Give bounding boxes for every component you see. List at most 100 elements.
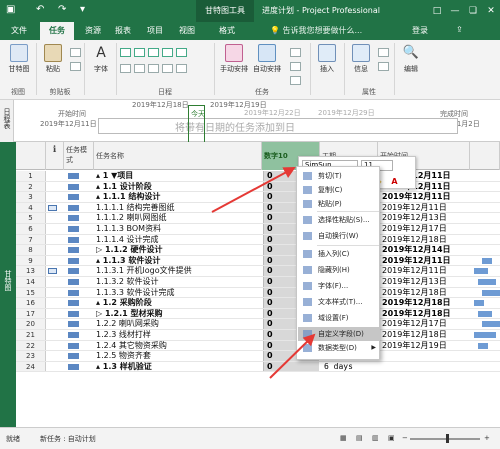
paste-button[interactable]: 粘贴 xyxy=(40,44,66,74)
task-name-cell[interactable]: ▴ 1 ▼项目 xyxy=(96,171,264,181)
minimize-button[interactable]: — xyxy=(446,0,464,22)
row-number[interactable]: 5 xyxy=(16,213,46,223)
context-menu-item[interactable]: 文本样式(T)... xyxy=(298,295,380,309)
link-icon[interactable] xyxy=(148,64,159,73)
redo-icon[interactable]: ↷ xyxy=(58,4,66,15)
note-indicator-icon[interactable] xyxy=(48,268,57,275)
outdent-icon[interactable] xyxy=(120,64,131,73)
row-number[interactable]: 4 xyxy=(16,202,46,213)
row-number[interactable]: 7 xyxy=(16,234,46,245)
task-name-cell[interactable]: 1.1.3.3 软件设计完成 xyxy=(96,288,264,298)
customize-quick-access-icon[interactable]: ▾ xyxy=(80,4,85,15)
row-number[interactable]: 3 xyxy=(16,192,46,202)
information-button[interactable]: 信息 xyxy=(348,44,374,74)
table-row[interactable]: 231.2.5 物资齐套00 days xyxy=(16,351,500,362)
start-date-cell[interactable]: 2019年12月11日 xyxy=(379,203,469,213)
font-button[interactable]: A 字体 xyxy=(88,44,114,74)
task-name-cell[interactable]: ▴ 1.1 设计阶段 xyxy=(96,182,264,192)
table-row[interactable]: 211.2.3 线材打样07 days2019年12月18日 xyxy=(16,330,500,341)
gantt-bar[interactable] xyxy=(478,342,488,349)
close-button[interactable]: ✕ xyxy=(482,0,500,22)
start-date-cell[interactable]: 2019年12月11日 xyxy=(379,266,469,276)
start-date-cell[interactable]: 2019年12月14日 xyxy=(379,245,469,255)
row-number[interactable]: 24 xyxy=(16,361,46,372)
row-number[interactable]: 1 xyxy=(16,171,46,181)
context-menu-item[interactable]: 自定义字段(D) xyxy=(298,327,380,341)
view-gantt-icon[interactable]: ▦ xyxy=(340,434,347,442)
table-row[interactable]: 15 1.1.3.3 软件设计完成 0 2019年12月18日 xyxy=(16,287,500,299)
table-row[interactable]: 4 1.1.1.1 结构完善图纸 0 2019年12月11日 xyxy=(16,202,500,214)
new-task-status[interactable]: 新任务 : 自动计划 xyxy=(40,434,96,444)
indent-icon[interactable] xyxy=(134,64,145,73)
tab-task[interactable]: 任务 xyxy=(40,22,74,40)
auto-schedule-button[interactable]: 自动安排 xyxy=(250,44,284,74)
half-percent-icon[interactable] xyxy=(148,48,159,57)
full-percent-icon[interactable] xyxy=(176,48,187,57)
start-date-cell[interactable]: 2019年12月13日 xyxy=(379,213,469,223)
mode-icon[interactable] xyxy=(290,76,301,85)
restore-button[interactable]: ❏ xyxy=(464,0,482,22)
task-name-cell[interactable]: 1.1.1.3 BOM资料 xyxy=(96,224,264,234)
gantt-bar[interactable] xyxy=(474,268,488,275)
start-date-cell[interactable]: 2019年12月18日 xyxy=(379,235,469,245)
start-date-cell[interactable]: 2019年12月17日 xyxy=(379,224,469,234)
timeline-side-tab[interactable]: 日程表 xyxy=(0,100,14,142)
row-number[interactable]: 9 xyxy=(16,255,46,266)
task-name-cell[interactable]: ▴ 1.1.3 软件设计 xyxy=(96,256,264,266)
table-row[interactable]: 201.2.2 喇叭网采购010 days2019年12月17日 xyxy=(16,319,500,330)
tab-project[interactable]: 项目 xyxy=(142,22,168,40)
start-date-cell[interactable]: 2019年12月18日 xyxy=(379,288,469,298)
details-icon[interactable] xyxy=(378,62,389,71)
gantt-bar[interactable] xyxy=(474,332,496,338)
start-date-cell[interactable]: 2019年12月18日 xyxy=(379,330,469,340)
context-menu-item[interactable]: 插入列(C) xyxy=(298,247,380,261)
table-row[interactable]: 6 1.1.1.3 BOM资料 0 2019年12月17日 xyxy=(16,224,500,235)
notes-icon[interactable] xyxy=(378,48,389,57)
gantt-bar[interactable] xyxy=(482,257,492,264)
gantt-bar[interactable] xyxy=(478,279,496,285)
inspect-icon[interactable] xyxy=(290,48,301,57)
task-name-cell[interactable]: 1.1.1.1 结构完善图纸 xyxy=(96,203,264,213)
context-menu-item[interactable]: 复制(C) xyxy=(298,183,380,197)
row-number[interactable]: 2 xyxy=(16,181,46,192)
start-date-cell[interactable]: 2019年12月18日 xyxy=(379,298,469,308)
move-icon[interactable] xyxy=(290,62,301,71)
task-name-cell[interactable]: 1.1.1.4 设计完成 xyxy=(96,235,264,245)
context-menu-item[interactable]: 字体(F)... xyxy=(298,279,380,293)
task-name-cell[interactable]: 1.2.2 喇叭网采购 xyxy=(96,319,264,329)
gantt-chart-button[interactable]: 甘特图 xyxy=(4,44,34,74)
table-row[interactable]: 17 ▷ 1.2.1 型材采购 0 2019年12月18日 xyxy=(16,308,500,320)
tab-view[interactable]: 视图 xyxy=(174,22,200,40)
start-date-cell[interactable] xyxy=(379,362,469,372)
table-row[interactable]: 16 ▴ 1.2 采购阶段 0 2019年12月18日 xyxy=(16,298,500,309)
start-date-cell[interactable]: 2019年12月18日 xyxy=(379,309,469,319)
select-all-corner[interactable] xyxy=(16,142,46,170)
view-usage-icon[interactable]: ▤ xyxy=(356,434,363,442)
table-row[interactable]: 3 ▴ 1.1.1 结构设计 0 2019年12月11日 xyxy=(16,192,500,203)
info-column-header[interactable]: ℹ xyxy=(46,142,64,170)
task-name-cell[interactable]: 1.2.3 线材打样 xyxy=(96,330,264,340)
tab-format[interactable]: 格式 xyxy=(210,22,244,40)
start-date-cell[interactable]: 2019年12月11日 xyxy=(379,256,469,266)
task-name-cell[interactable]: 1.1.1.2 喇叭网图纸 xyxy=(96,213,264,223)
task-name-cell[interactable]: ▴ 1.2 采购阶段 xyxy=(96,298,264,308)
view-planner-icon[interactable]: ▥ xyxy=(372,434,379,442)
zero-percent-icon[interactable] xyxy=(120,48,131,57)
number10-cell[interactable]: 0 xyxy=(263,361,319,372)
view-calendar-icon[interactable]: ▣ xyxy=(388,434,395,442)
table-row[interactable]: 7 1.1.1.4 设计完成 0 2019年12月18日 xyxy=(16,234,500,246)
respect-links-icon[interactable] xyxy=(176,64,187,73)
mode-column-header[interactable]: 任务模式 xyxy=(64,142,94,170)
zoom-slider-thumb[interactable] xyxy=(446,434,449,443)
task-name-cell[interactable]: ▷ 1.2.1 型材采购 xyxy=(96,309,264,319)
table-row[interactable]: 2 ▴ 1.1 设计阶段 0 2019年12月11日 xyxy=(16,181,500,193)
context-menu-item[interactable]: 隐藏列(H) xyxy=(298,263,380,277)
three-quarter-percent-icon[interactable] xyxy=(162,48,173,57)
font-color-icon[interactable]: A xyxy=(389,176,400,187)
manual-schedule-button[interactable]: 手动安排 xyxy=(218,44,250,74)
row-number[interactable]: 6 xyxy=(16,224,46,234)
table-row[interactable]: 14 1.1.3.2 软件设计 0 2019年12月13日 xyxy=(16,277,500,288)
table-row[interactable]: 5 1.1.1.2 喇叭网图纸 0 2019年12月13日 xyxy=(16,213,500,224)
table-row[interactable]: 24 ▴ 1.3 样机验证 0 6 days xyxy=(16,361,500,373)
context-menu-item[interactable]: 选择性粘贴(S)... xyxy=(298,213,380,227)
